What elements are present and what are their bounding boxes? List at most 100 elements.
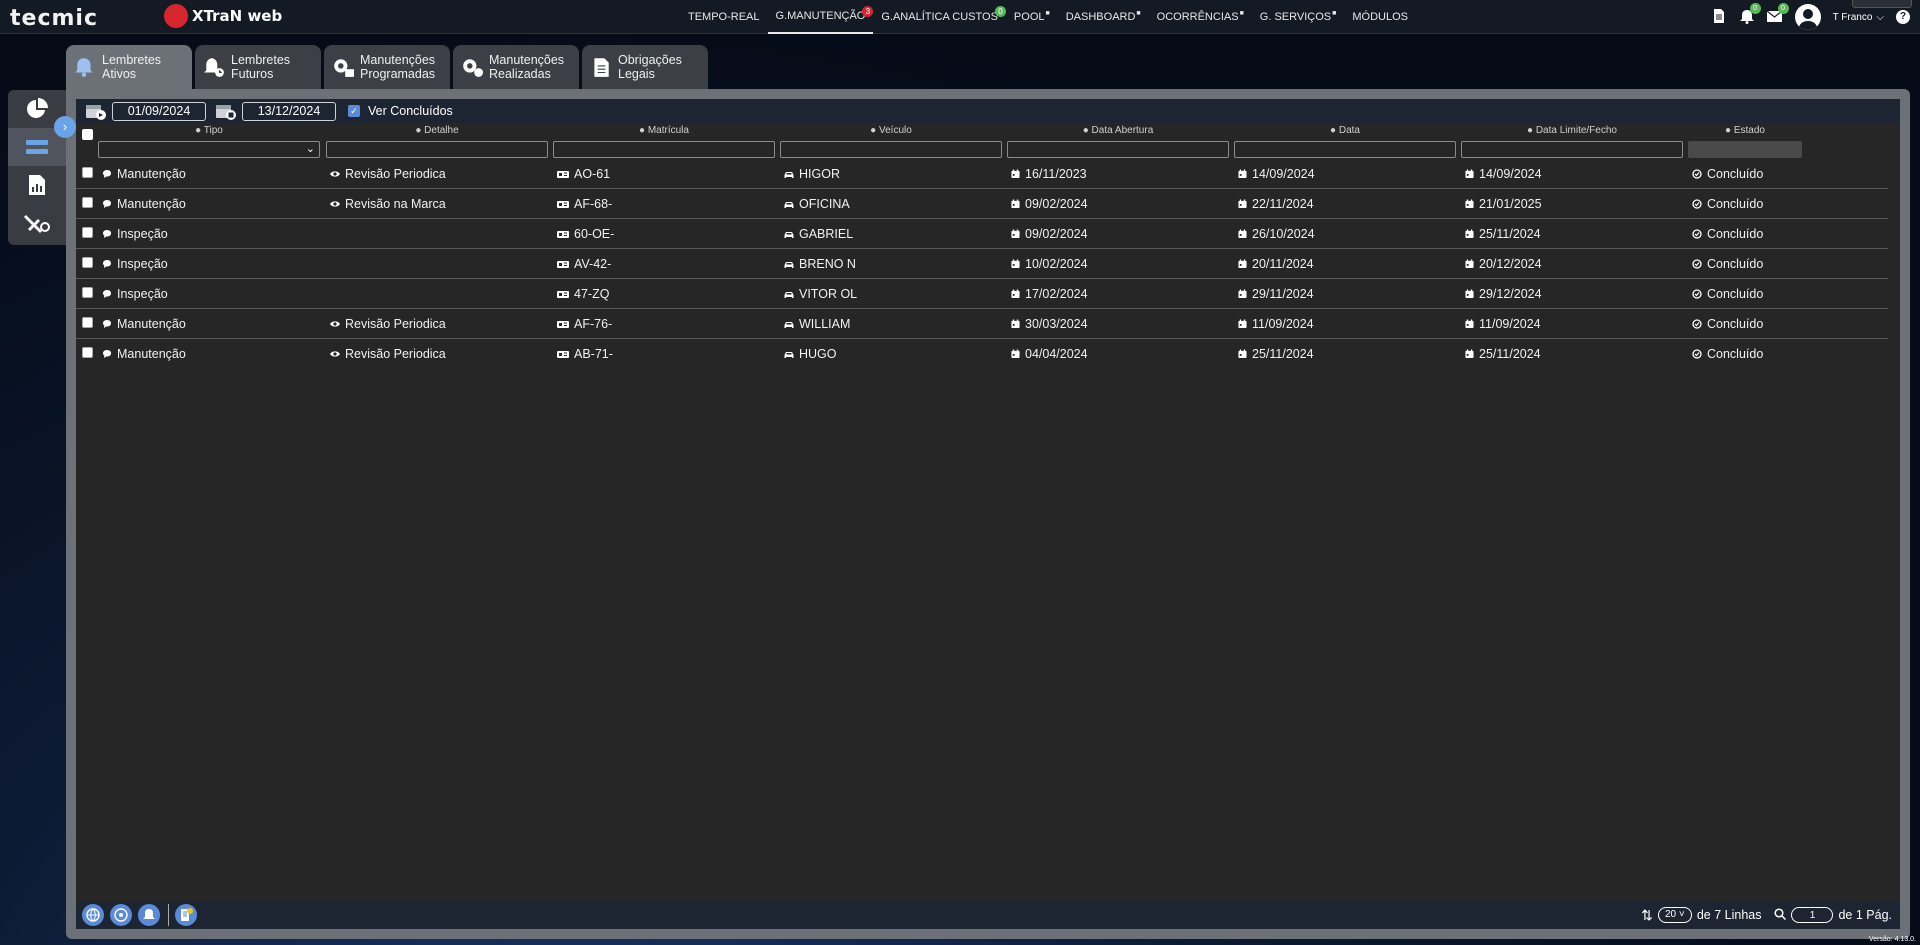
column-header[interactable]: ● Data Limite/Fecho — [1461, 125, 1683, 136]
calendar-icon — [1011, 169, 1020, 179]
row-checkbox[interactable] — [82, 227, 93, 238]
done-icon — [1692, 289, 1702, 299]
eye-icon — [330, 349, 340, 359]
table-row[interactable]: Inspeção AV-42- BRENO N 10/02/2024 20/11/202… — [76, 249, 1888, 279]
messages-envelope-icon[interactable]: 0 — [1766, 3, 1789, 25]
nav-item-label: POOL — [1013, 11, 1045, 23]
tab-manutenções-programadas[interactable]: Manutenções Programadas — [324, 45, 450, 89]
calendar-icon: ● — [1082, 125, 1092, 136]
nav-item-4[interactable]: DASHBOARD ■ — [1058, 0, 1149, 34]
rows-count-label: de 7 Linhas — [1696, 908, 1762, 922]
window-minimize-button[interactable] — [1852, 0, 1912, 8]
tab-lembretes-futuros[interactable]: Lembretes Futuros — [195, 45, 321, 89]
maintenance-grid: ● Tipo ● Detalhe ● Matrícula ● Veículo ● Dat… — [76, 123, 1900, 369]
row-checkbox[interactable] — [82, 347, 93, 358]
column-header[interactable]: ● Matrícula — [553, 125, 775, 136]
date-to-input[interactable] — [242, 101, 336, 121]
show-done-checkbox[interactable]: ✓ — [348, 105, 360, 117]
column-header[interactable]: ● Detalhe — [326, 125, 548, 136]
table-row[interactable]: Inspeção 60-OE- GABRIEL 09/02/2024 26/10/202… — [76, 219, 1888, 249]
add-document-icon — [181, 908, 193, 921]
table-row[interactable]: Manutenção Revisão Periodica AB-71- HUGO 04/… — [76, 339, 1888, 369]
document-icon[interactable] — [1711, 9, 1727, 25]
nav-item-2[interactable]: G.ANALÍTICA CUSTOS 0 — [873, 0, 1006, 34]
nav-item-3[interactable]: POOL ■ — [1006, 0, 1058, 34]
eye-icon — [330, 319, 340, 329]
alarm-button[interactable] — [138, 904, 160, 926]
comment-icon — [102, 349, 112, 359]
nav-item-1[interactable]: G.MANUTENÇÃO 3 — [767, 0, 874, 34]
column-header[interactable]: ● Data Abertura — [1007, 125, 1229, 136]
settings-button[interactable] — [110, 904, 132, 926]
grid-body: Manutenção Revisão Periodica AO-61 HIGOR 16/… — [76, 159, 1900, 369]
table-row[interactable]: Manutenção Revisão na Marca AF-68- OFICINA 0… — [76, 189, 1888, 219]
tab-obrigações-legais[interactable]: Obrigações Legais — [582, 45, 708, 89]
page-number-input[interactable] — [1791, 907, 1834, 923]
column-filter-input[interactable] — [326, 141, 548, 158]
chevron-down-icon: ⌄ — [305, 143, 315, 155]
page-size-select[interactable]: 20 ˅ — [1657, 907, 1692, 923]
column-filter-input[interactable] — [1461, 141, 1683, 158]
column-filter-input[interactable] — [1007, 141, 1229, 158]
row-height-icon[interactable]: ⇅ — [1641, 907, 1653, 924]
cell-detalhe: Revisão na Marca — [330, 197, 446, 211]
cell-limite: 25/11/2024 — [1465, 227, 1541, 241]
notifications-bell-icon[interactable]: 0 — [1739, 3, 1761, 25]
search-icon[interactable] — [1774, 907, 1787, 923]
rail-item-tools[interactable] — [8, 204, 66, 242]
nav-item-5[interactable]: OCORRÊNCIAS ■ — [1149, 0, 1252, 34]
row-checkbox[interactable] — [82, 257, 93, 268]
eye-icon — [330, 199, 340, 209]
document-icon — [594, 58, 609, 77]
column-header[interactable]: ● Tipo — [98, 125, 320, 136]
car-icon — [784, 289, 794, 299]
column-header[interactable]: ● Veículo — [780, 125, 1002, 136]
nav-item-0[interactable]: TEMPO-REAL — [680, 0, 768, 34]
column-header[interactable]: ● Data — [1234, 125, 1456, 136]
pagination: ⇅ 20 ˅ de 7 Linhas de 1 Pág. — [1641, 901, 1892, 929]
new-record-button[interactable] — [175, 904, 197, 926]
avatar[interactable] — [1794, 4, 1821, 30]
row-checkbox[interactable] — [82, 287, 93, 298]
chevron-down-icon[interactable]: ⌵ — [1876, 12, 1884, 23]
table-row[interactable]: Manutenção Revisão Periodica AF-76- WILLIAM… — [76, 309, 1888, 339]
date-from-input[interactable] — [112, 101, 206, 121]
calendar-icon — [1238, 319, 1247, 329]
tipo-filter-select[interactable]: ⌄ — [98, 141, 320, 158]
tab-lembretes-ativos[interactable]: Lembretes Ativos — [66, 45, 192, 89]
column-filter-input[interactable] — [780, 141, 1002, 158]
cell-estado: Concluído — [1692, 197, 1763, 211]
list-icon — [26, 140, 48, 154]
nav-item-7[interactable]: MÓDULOS — [1344, 0, 1416, 34]
calendar-end-icon[interactable] — [214, 101, 238, 121]
row-checkbox[interactable] — [82, 167, 93, 178]
cell-tipo: Manutenção — [102, 167, 186, 181]
rail-item-reports[interactable] — [8, 166, 66, 204]
help-icon[interactable]: ? — [1896, 10, 1910, 24]
calendar-icon — [1465, 319, 1474, 329]
calendar-icon — [1465, 289, 1474, 299]
expand-sidebar-button[interactable]: › — [54, 116, 76, 138]
table-row[interactable]: Inspeção 47-ZQ VITOR OL 17/02/2024 29/11/202… — [76, 279, 1888, 309]
calendar-icon — [1011, 199, 1020, 209]
column-header[interactable]: ● Estado — [1688, 125, 1802, 136]
table-row[interactable]: Manutenção Revisão Periodica AO-61 HIGOR 16/… — [76, 159, 1888, 189]
column-filter-input[interactable] — [1234, 141, 1456, 158]
row-checkbox[interactable] — [82, 197, 93, 208]
car-icon — [784, 259, 794, 269]
tecmic-logo[interactable]: tecmic — [10, 6, 98, 31]
calendar-start-icon[interactable] — [84, 101, 108, 121]
comment-icon — [102, 229, 112, 239]
nav-item-6[interactable]: G. SERVIÇOS ■ — [1252, 0, 1345, 34]
user-name[interactable]: T Franco — [1833, 12, 1873, 23]
tab-label: Manutenções Programadas — [360, 53, 436, 81]
export-button[interactable] — [82, 904, 104, 926]
grid-footer: ⇅ 20 ˅ de 7 Linhas de 1 Pág. — [76, 901, 1900, 929]
cell-limite: 29/12/2024 — [1465, 287, 1542, 301]
cell-abertura: 17/02/2024 — [1011, 287, 1088, 301]
cell-estado: Concluído — [1692, 257, 1763, 271]
tab-manutenções-realizadas[interactable]: Manutenções Realizadas — [453, 45, 579, 89]
xtran-web-logo[interactable]: XTraN web — [164, 4, 282, 28]
column-filter-input[interactable] — [553, 141, 775, 158]
row-checkbox[interactable] — [82, 317, 93, 328]
